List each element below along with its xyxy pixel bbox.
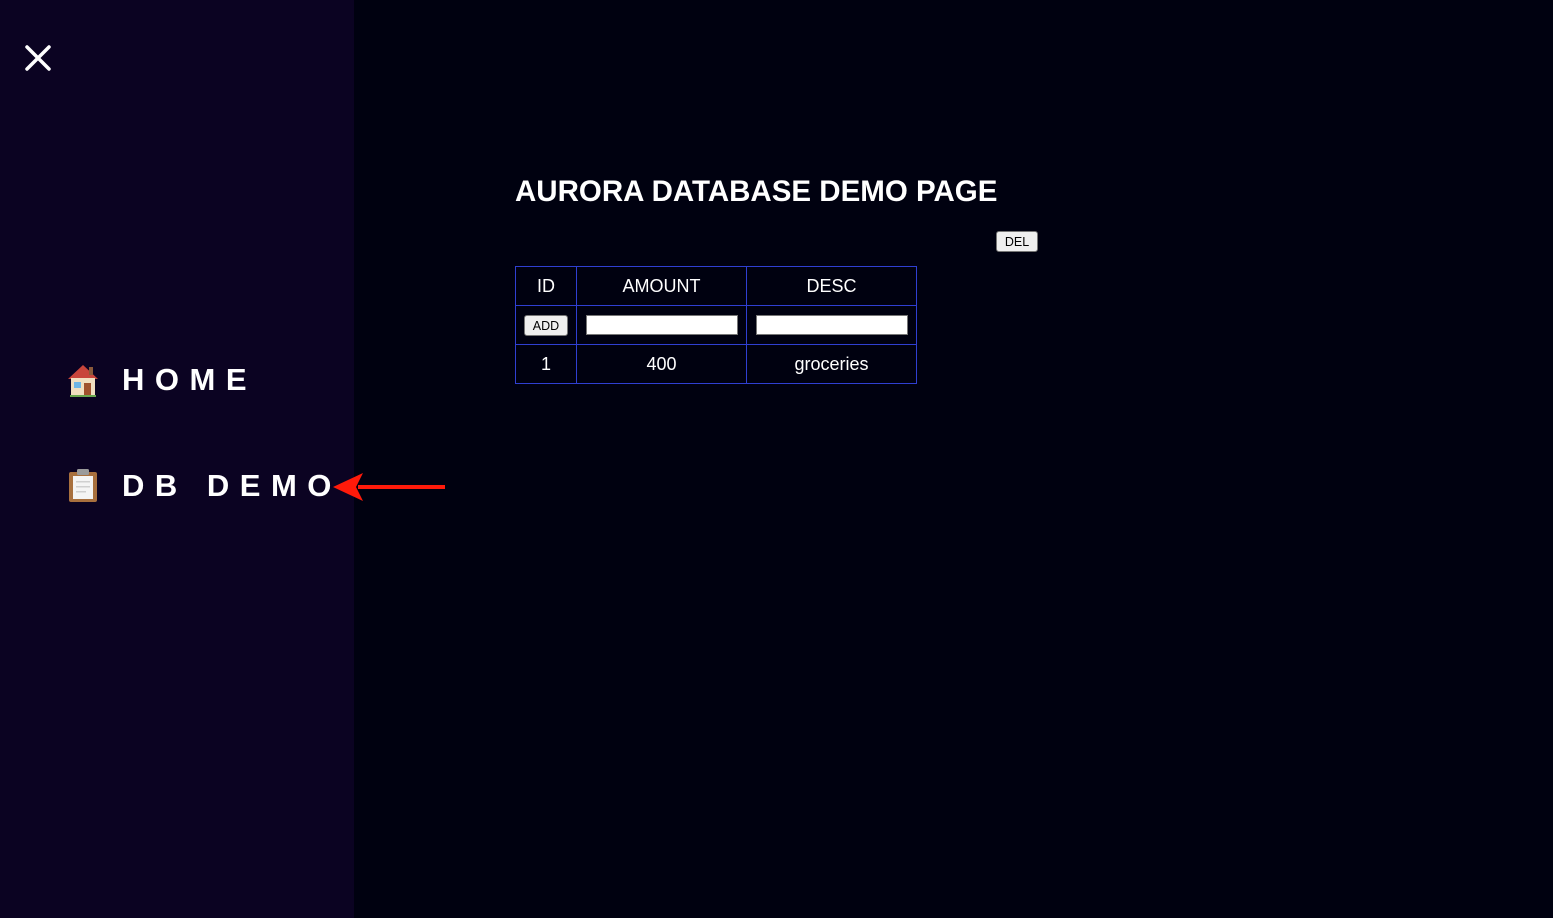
house-icon — [66, 362, 100, 398]
sidebar-item-db-demo[interactable]: DB DEMO — [66, 468, 342, 504]
cell-amount: 400 — [576, 344, 747, 384]
cell-id: 1 — [515, 344, 577, 384]
amount-input[interactable] — [585, 315, 738, 335]
close-icon[interactable] — [22, 42, 54, 74]
sidebar-item-label: DB DEMO — [122, 468, 342, 503]
cell-desc: groceries — [746, 344, 917, 384]
table-header-row: ID AMOUNT DESC — [515, 266, 917, 306]
clipboard-icon — [66, 468, 100, 504]
sidebar: HOME DB DEMO — [0, 0, 354, 918]
input-row: ADD — [515, 305, 917, 345]
page-title: AURORA DATABASE DEMO PAGE — [515, 175, 998, 208]
data-table: ID AMOUNT DESC ADD 1 400 groceries — [515, 266, 917, 384]
amount-input-cell — [576, 305, 747, 345]
delete-button[interactable]: DEL — [996, 231, 1038, 252]
add-cell: ADD — [515, 305, 577, 345]
sidebar-item-home[interactable]: HOME — [66, 362, 257, 398]
column-header-desc: DESC — [746, 266, 917, 306]
column-header-id: ID — [515, 266, 577, 306]
table-row: 1 400 groceries — [515, 344, 917, 384]
red-arrow-icon — [330, 470, 450, 511]
sidebar-item-label: HOME — [122, 362, 257, 397]
desc-input[interactable] — [755, 315, 908, 335]
add-button[interactable]: ADD — [524, 315, 568, 337]
column-header-amount: AMOUNT — [576, 266, 747, 306]
desc-input-cell — [746, 305, 917, 345]
